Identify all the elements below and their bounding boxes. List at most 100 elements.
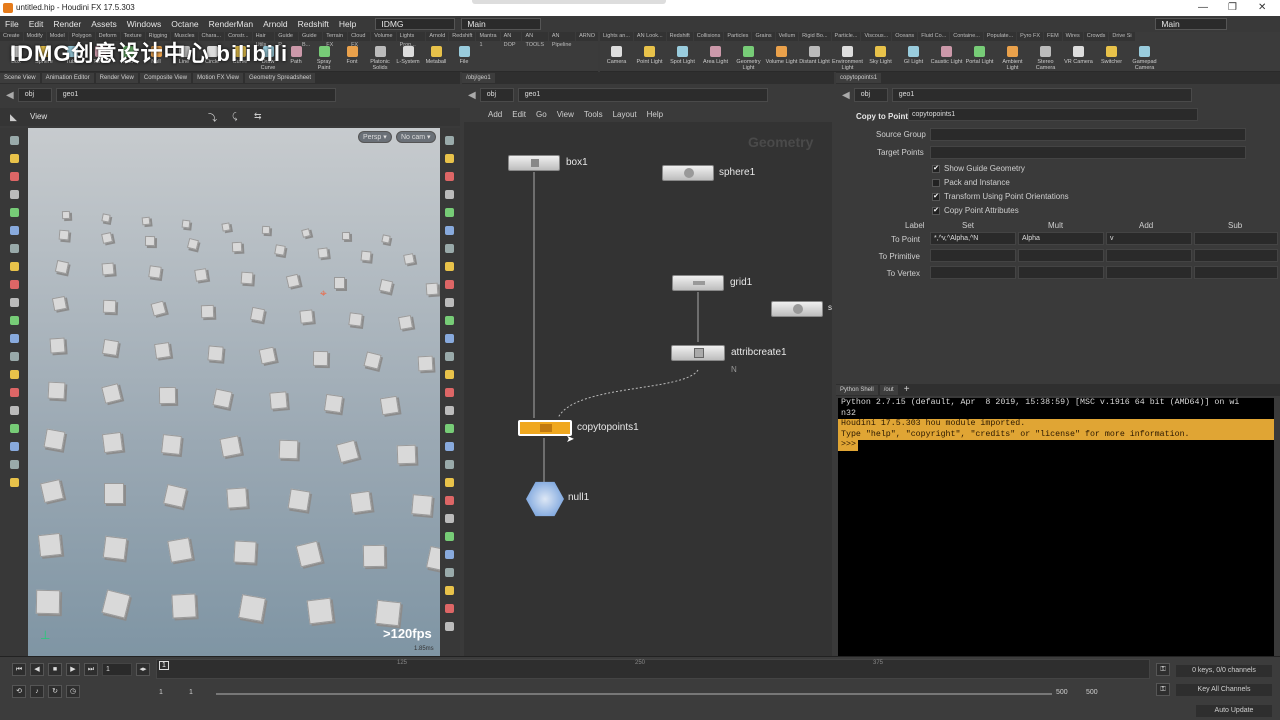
- right-shelf-tool[interactable]: Camera: [600, 46, 633, 65]
- right-shelf-tool[interactable]: Ambient Light: [996, 46, 1029, 71]
- step-button[interactable]: ◂▸: [136, 663, 150, 676]
- path-obj[interactable]: obj: [17, 88, 52, 102]
- viewport-left-tool-icon[interactable]: [10, 334, 19, 343]
- maximize-button[interactable]: ❐: [1228, 2, 1237, 13]
- left-shelf-tab[interactable]: ARNO: [576, 32, 598, 41]
- viewport-left-tool-icon[interactable]: [10, 208, 19, 217]
- attr-set-field[interactable]: [930, 249, 1016, 262]
- params-path-geo1[interactable]: geo1: [891, 88, 1192, 102]
- tab-scene-view[interactable]: Scene View: [0, 73, 40, 83]
- attr-sub-field[interactable]: [1194, 249, 1278, 262]
- param-checkbox-row[interactable]: ✔ Transform Using Point Orientations: [932, 190, 1069, 204]
- right-shelf-tool[interactable]: Portal Light: [963, 46, 996, 65]
- viewport-right-tool-icon[interactable]: [445, 280, 454, 289]
- attr-mult-field[interactable]: [1018, 249, 1104, 262]
- tab-render-view[interactable]: Render View: [95, 73, 138, 83]
- viewport-right-tool-icon[interactable]: [445, 478, 454, 487]
- close-button[interactable]: ✕: [1258, 2, 1266, 13]
- last-frame-button[interactable]: ⏭: [84, 663, 98, 676]
- node-copytopoints1[interactable]: [518, 420, 572, 436]
- net-menu-add[interactable]: Add: [488, 110, 502, 119]
- range-slider[interactable]: [216, 693, 1052, 695]
- left-shelf-tool[interactable]: Font: [338, 46, 366, 65]
- first-frame-button[interactable]: ⏮: [12, 663, 26, 676]
- param-checkbox-row[interactable]: Pack and Instance: [932, 176, 1069, 190]
- right-shelf-tool[interactable]: Point Light: [633, 46, 666, 65]
- menu-arnold[interactable]: Arnold: [258, 19, 293, 29]
- network-path-obj[interactable]: obj: [479, 88, 514, 102]
- net-menu-layout[interactable]: Layout: [613, 110, 637, 119]
- range-end[interactable]: 500: [1056, 689, 1068, 696]
- viewport-left-tool-icon[interactable]: [10, 406, 19, 415]
- viewport-left-tool-icon[interactable]: [10, 478, 19, 487]
- viewport-right-tool-icon[interactable]: [445, 172, 454, 181]
- net-menu-help[interactable]: Help: [647, 110, 663, 119]
- left-shelf-tab[interactable]: Arnold: [426, 32, 449, 41]
- right-shelf-tab[interactable]: Redshift: [666, 32, 693, 41]
- viewport-left-tool-icon[interactable]: [10, 298, 19, 307]
- viewport-right-tool-icon[interactable]: [445, 604, 454, 613]
- node-sphere1[interactable]: [662, 165, 714, 181]
- left-shelf-tab[interactable]: Volume: [371, 32, 396, 41]
- target-points-field[interactable]: [930, 146, 1246, 159]
- right-shelf-tab[interactable]: Viscous...: [861, 32, 892, 41]
- net-menu-go[interactable]: Go: [536, 110, 547, 119]
- attr-mult-field[interactable]: [1018, 266, 1104, 279]
- pivot-icon[interactable]: ⤵: [208, 111, 217, 124]
- current-frame-marker[interactable]: 1: [159, 661, 169, 670]
- right-shelf-tool[interactable]: Distant Light: [798, 46, 831, 65]
- viewport-right-tool-icon[interactable]: [445, 298, 454, 307]
- tab-python-shell[interactable]: Python Shell: [836, 385, 878, 395]
- right-shelf-tab[interactable]: FEM: [1044, 32, 1062, 41]
- scene-viewport[interactable]: Persp ▾ No cam ▾ >120fps 1.85ms ⊥ ⌖: [28, 128, 453, 656]
- right-shelf-tab[interactable]: Wires: [1062, 32, 1083, 41]
- clock-icon[interactable]: ◷: [66, 685, 80, 698]
- right-shelf-tab[interactable]: Rigid Bo...: [799, 32, 831, 41]
- persp-button[interactable]: Persp ▾: [358, 131, 392, 143]
- console-prompt[interactable]: >>>: [838, 440, 858, 451]
- attr-sub-field[interactable]: [1194, 232, 1278, 245]
- attr-set-field[interactable]: *,^v,^Alpha,^N: [930, 232, 1016, 245]
- viewport-right-tool-icon[interactable]: [445, 244, 454, 253]
- right-shelf-tab[interactable]: Pyro FX: [1017, 32, 1044, 41]
- left-shelf-tab[interactable]: AN Pipeline: [548, 32, 576, 48]
- right-shelf-tool[interactable]: Spot Light: [666, 46, 699, 65]
- path-geo1[interactable]: geo1: [55, 88, 336, 102]
- cam-button[interactable]: No cam ▾: [396, 131, 436, 143]
- viewport-right-tool-icon[interactable]: [445, 370, 454, 379]
- right-shelf-tool[interactable]: Volume Light: [765, 46, 798, 65]
- viewport-right-tool-icon[interactable]: [445, 352, 454, 361]
- minimize-button[interactable]: —: [1198, 2, 1208, 13]
- rotate-icon[interactable]: ⤹: [232, 111, 237, 122]
- attr-sub-field[interactable]: [1194, 266, 1278, 279]
- left-shelf-tab[interactable]: Cloud FX: [348, 32, 371, 48]
- viewport-right-tool-icon[interactable]: [445, 208, 454, 217]
- viewport-left-tool-icon[interactable]: [10, 460, 19, 469]
- play-button[interactable]: ▶: [66, 663, 80, 676]
- attr-mult-field[interactable]: Alpha: [1018, 232, 1104, 245]
- viewport-left-tool-icon[interactable]: [10, 262, 19, 271]
- viewport-right-tool-icon[interactable]: [445, 406, 454, 415]
- checkbox[interactable]: ✔: [932, 206, 940, 215]
- right-shelf-tool[interactable]: GI Light: [897, 46, 930, 65]
- left-shelf-tab[interactable]: Redshift: [449, 32, 476, 41]
- stop-button[interactable]: ■: [48, 663, 62, 676]
- left-shelf-tool[interactable]: Platonic Solids: [366, 46, 394, 71]
- left-shelf-tool[interactable]: Spray Paint: [310, 46, 338, 71]
- node-partial[interactable]: [771, 301, 823, 317]
- viewport-right-tool-icon[interactable]: [445, 568, 454, 577]
- viewport-right-tool-icon[interactable]: [445, 136, 454, 145]
- right-shelf-tab[interactable]: Crowds: [1083, 32, 1109, 41]
- range-start[interactable]: 1: [159, 689, 163, 696]
- menu-help[interactable]: Help: [334, 19, 361, 29]
- viewport-left-tool-icon[interactable]: [10, 316, 19, 325]
- checkbox[interactable]: ✔: [932, 164, 940, 173]
- right-shelf-tab[interactable]: Populate...: [983, 32, 1017, 41]
- right-shelf-tab[interactable]: AN Look...: [633, 32, 666, 41]
- viewport-left-tool-icon[interactable]: [10, 172, 19, 181]
- viewport-right-tool-icon[interactable]: [445, 190, 454, 199]
- tab-network[interactable]: /obj/geo1: [462, 73, 495, 83]
- viewport-right-tool-icon[interactable]: [445, 496, 454, 505]
- right-shelf-tab[interactable]: Particle...: [831, 32, 861, 41]
- loop-icon[interactable]: ↻: [48, 685, 62, 698]
